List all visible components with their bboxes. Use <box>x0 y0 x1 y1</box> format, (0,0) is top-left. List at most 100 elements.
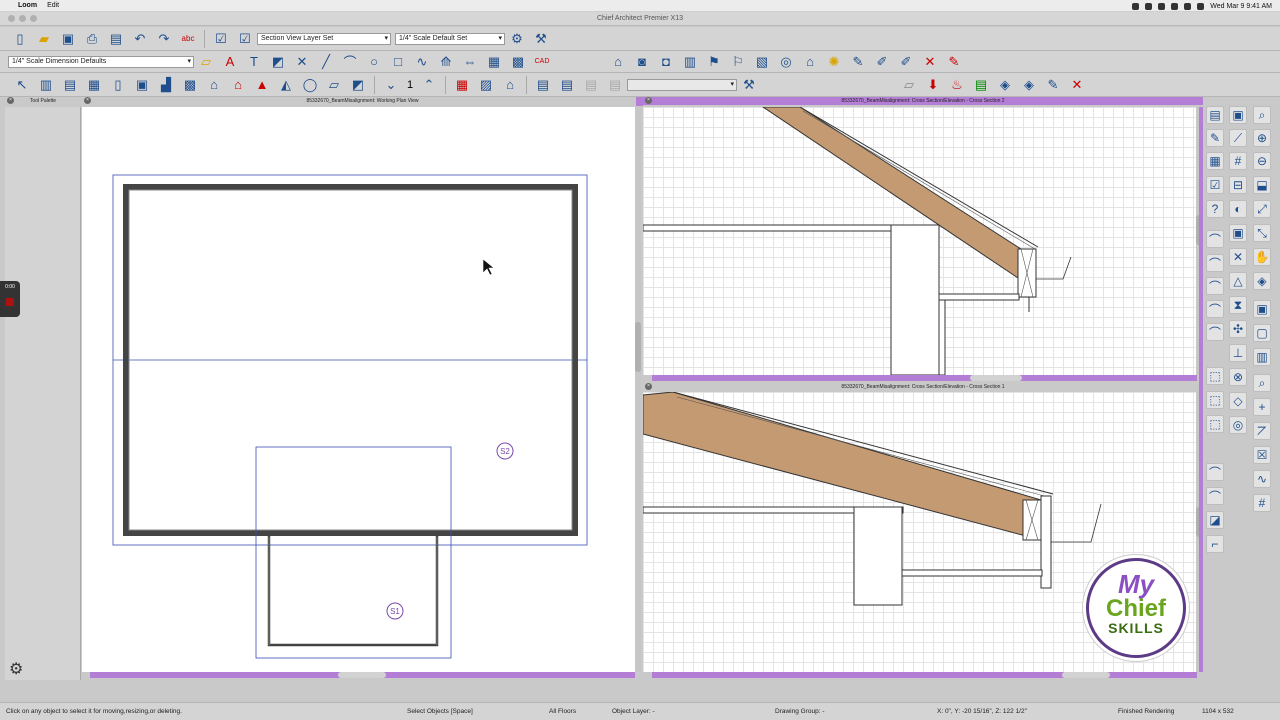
delete-red-icon[interactable]: ✕ <box>1067 75 1087 95</box>
curve3-tool-icon[interactable]: ⌒ <box>1206 300 1224 318</box>
edit-box-icon[interactable]: ▣ <box>1229 106 1247 124</box>
close-icon[interactable]: × <box>645 97 652 104</box>
new-file-icon[interactable]: ▯ <box>10 29 30 49</box>
zoom-window-button[interactable] <box>30 15 37 22</box>
record-icon[interactable] <box>1132 2 1140 10</box>
plan-vscrollbar[interactable] <box>635 107 641 672</box>
zoom-in-icon[interactable]: ⊕ <box>1253 129 1271 147</box>
text-style-icon[interactable]: A <box>220 52 240 72</box>
spline-icon[interactable]: ∿ <box>412 52 432 72</box>
resize-red-icon[interactable]: ◎ <box>1229 416 1247 434</box>
dimension-icon[interactable]: ⇔ <box>460 52 480 72</box>
stack-icon[interactable]: ◈ <box>1019 75 1039 95</box>
line-icon[interactable]: ╱ <box>316 52 336 72</box>
box-check-icon[interactable]: ▣ <box>1253 300 1271 318</box>
camera-icon[interactable]: ◙ <box>632 52 652 72</box>
recorder-widget[interactable]: 0:00 <box>0 281 20 317</box>
grid-icon[interactable] <box>1145 2 1153 10</box>
layers-icon[interactable]: ◈ <box>995 75 1015 95</box>
porch-outline[interactable] <box>267 531 439 647</box>
close-icon[interactable]: × <box>84 97 91 104</box>
floor-down-icon[interactable]: ⌄ <box>381 75 401 95</box>
door-icon[interactable]: ▯ <box>108 75 128 95</box>
print-preview-icon[interactable]: ▤ <box>106 29 126 49</box>
draw-icon[interactable]: ✎ <box>1043 75 1063 95</box>
cross2-hscrollbar[interactable] <box>652 375 1197 381</box>
layer-icon[interactable]: ▨ <box>476 75 496 95</box>
rectangle-icon[interactable]: □ <box>388 52 408 72</box>
cross-red-icon[interactable]: ✕ <box>1229 248 1247 266</box>
zoom-extents-icon[interactable]: ⬓ <box>1253 176 1271 194</box>
rotate-red-icon[interactable]: ◇ <box>1229 392 1247 410</box>
layers-gray-icon[interactable]: ◈ <box>1253 272 1271 290</box>
checkbox-icon[interactable]: ☑ <box>1206 176 1224 194</box>
text-icon[interactable]: T <box>244 52 264 72</box>
callout-icon[interactable]: ◩ <box>268 52 288 72</box>
color-bars-icon[interactable]: ▤ <box>971 75 991 95</box>
plan-view[interactable]: S2 S1 <box>82 107 635 672</box>
settings-icon[interactable] <box>1158 2 1166 10</box>
fit-icon[interactable]: ⤡ <box>1253 224 1271 242</box>
walkthrough-icon[interactable]: ⚑ <box>704 52 724 72</box>
ruler-gray-icon[interactable]: ▱ <box>899 75 919 95</box>
floor-up-icon[interactable]: ⌃ <box>419 75 439 95</box>
cross1-hscroll-thumb[interactable] <box>1062 672 1110 678</box>
search-icon[interactable] <box>1197 2 1205 10</box>
close-icon[interactable]: × <box>7 97 14 104</box>
download-icon[interactable]: ⬇ <box>923 75 943 95</box>
light-icon[interactable]: ✺ <box>824 52 844 72</box>
ruler-icon[interactable]: ▱ <box>196 52 216 72</box>
framing-icon[interactable]: ▲ <box>252 75 272 95</box>
raytrace-icon[interactable]: ◎ <box>776 52 796 72</box>
roof-icon[interactable]: ⌂ <box>228 75 248 95</box>
object-select[interactable]: ▾ <box>627 78 737 91</box>
section-marker-s2[interactable]: S2 <box>496 442 514 460</box>
cabinet-icon[interactable]: ▦ <box>84 75 104 95</box>
menu-edit[interactable]: Edit <box>47 2 59 9</box>
wall-section-2[interactable] <box>890 224 940 376</box>
wifi-icon[interactable] <box>1171 2 1179 10</box>
plan-hscrollbar[interactable] <box>90 672 635 678</box>
library-icon[interactable]: ▩ <box>508 52 528 72</box>
copy-object-icon[interactable]: ▤ <box>605 75 625 95</box>
arc-icon[interactable]: ⌒ <box>340 52 360 72</box>
align-red-icon[interactable]: ⊥ <box>1229 344 1247 362</box>
zoom-icon[interactable]: ⌕ <box>1253 106 1271 124</box>
elevation-icon[interactable]: ▥ <box>680 52 700 72</box>
fillet-icon[interactable]: ⌒ <box>1206 463 1224 481</box>
render-icon[interactable]: ▧ <box>752 52 772 72</box>
slab-icon[interactable]: ▱ <box>324 75 344 95</box>
build-house-icon[interactable]: ⌂ <box>204 75 224 95</box>
edit-icon[interactable]: ▦ <box>452 75 472 95</box>
chamfer-icon[interactable]: ⌒ <box>1206 487 1224 505</box>
spellcheck-icon[interactable]: abc <box>178 29 198 49</box>
extend-icon[interactable]: ⌐ <box>1206 535 1224 553</box>
plan-vscroll-thumb[interactable] <box>635 322 641 372</box>
rafter-1[interactable] <box>642 391 1042 541</box>
magnifier-icon[interactable]: ⌕ <box>1253 374 1271 392</box>
defaults-edit-icon[interactable]: ⚙ <box>507 29 527 49</box>
cad-icon[interactable]: CAD <box>532 52 552 72</box>
wall-icon[interactable]: ▥ <box>36 75 56 95</box>
picture-icon[interactable]: ▦ <box>484 52 504 72</box>
recorder-stop-icon[interactable] <box>6 298 14 306</box>
section-marker-s1[interactable]: S1 <box>386 602 404 620</box>
pencils-icon[interactable]: ✎ <box>1206 129 1224 147</box>
settings-gear-icon[interactable]: ⚙ <box>9 659 23 679</box>
tools-icon[interactable]: ⚒ <box>531 29 551 49</box>
minimize-window-button[interactable] <box>19 15 26 22</box>
help-icon[interactable]: ? <box>1206 200 1224 218</box>
grid-tool-icon[interactable]: # <box>1229 152 1247 170</box>
stair-icon[interactable]: ▟ <box>156 75 176 95</box>
redo-icon[interactable]: ↷ <box>154 29 174 49</box>
pencil-icon[interactable]: ✎ <box>944 52 964 72</box>
cross1-hscrollbar[interactable] <box>652 672 1197 678</box>
grid-snap-icon[interactable]: # <box>1253 494 1271 512</box>
copy-red-icon[interactable]: ▣ <box>1229 224 1247 242</box>
angle-icon[interactable]: ⦢ <box>1253 422 1271 440</box>
edit-closed-icon[interactable]: ▤ <box>557 75 577 95</box>
plan-view-icon[interactable]: ▤ <box>1206 106 1224 124</box>
select-red-icon[interactable]: ⬚ <box>1206 391 1224 409</box>
close-window-button[interactable] <box>8 15 15 22</box>
break-icon[interactable]: ◪ <box>1206 511 1224 529</box>
